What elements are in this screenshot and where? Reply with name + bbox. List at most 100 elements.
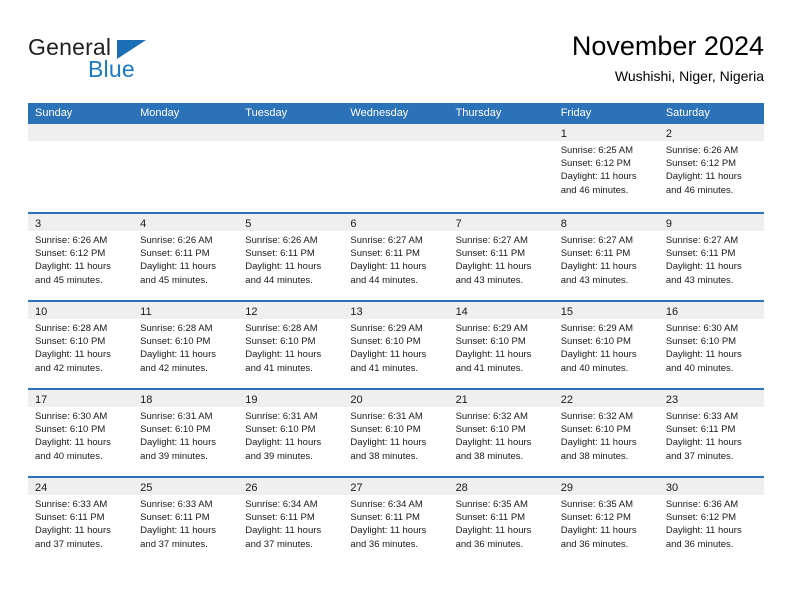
day-detail-line: Daylight: 11 hours: [35, 349, 111, 361]
calendar-day-cell[interactable]: 20 Sunrise: 6:31 AM Sunset: 6:10 PM Dayligh…: [343, 390, 449, 476]
day-details: Sunrise: 6:26 AM Sunset: 6:12 PM Daylight:…: [659, 141, 764, 197]
day-number-band: 28: [448, 478, 554, 495]
calendar-day-cell[interactable]: 19 Sunrise: 6:31 AM Sunset: 6:10 PM Dayligh…: [238, 390, 344, 476]
day-detail-line: Sunrise: 6:26 AM: [140, 235, 213, 246]
day-detail-line: and 41 minutes.: [455, 362, 524, 374]
weekday-header-thursday: Thursday: [455, 107, 502, 119]
day-detail-line: Sunset: 6:12 PM: [665, 158, 737, 170]
day-detail-line: Sunrise: 6:30 AM: [35, 411, 108, 422]
day-detail-line: and 37 minutes.: [665, 450, 734, 462]
day-number-band: 18: [133, 390, 239, 407]
day-number-band: 15: [553, 302, 659, 319]
calendar-day-cell[interactable]: 25 Sunrise: 6:33 AM Sunset: 6:11 PM Dayligh…: [133, 478, 239, 564]
day-detail-line: Sunset: 6:11 PM: [560, 248, 631, 260]
calendar-day-cell[interactable]: 28 Sunrise: 6:35 AM Sunset: 6:11 PM Dayligh…: [448, 478, 554, 564]
calendar-day-cell[interactable]: 8 Sunrise: 6:27 AM Sunset: 6:11 PM Daylight…: [553, 214, 659, 300]
day-detail-line: and 45 minutes.: [140, 274, 208, 286]
day-detail-line: Sunrise: 6:34 AM: [245, 499, 318, 510]
day-details: Sunrise: 6:27 AM Sunset: 6:11 PM Daylight:…: [449, 231, 554, 287]
calendar-day-cell-empty: [28, 124, 134, 212]
calendar-day-cell[interactable]: 29 Sunrise: 6:35 AM Sunset: 6:12 PM Dayligh…: [553, 478, 659, 564]
day-details: Sunrise: 6:31 AM Sunset: 6:10 PM Daylight:…: [133, 407, 238, 463]
day-detail-line: and 46 minutes.: [560, 184, 629, 196]
day-number: 6: [350, 218, 357, 230]
calendar-day-cell[interactable]: 3 Sunrise: 6:26 AM Sunset: 6:12 PM Daylight…: [28, 214, 134, 300]
day-number-band: 17: [28, 390, 134, 407]
calendar-day-cell[interactable]: 21 Sunrise: 6:32 AM Sunset: 6:10 PM Dayligh…: [448, 390, 554, 476]
day-detail-line: Daylight: 11 hours: [245, 261, 322, 273]
calendar-day-cell[interactable]: 9 Sunrise: 6:27 AM Sunset: 6:11 PM Daylight…: [658, 214, 764, 300]
day-detail-line: and 36 minutes.: [560, 538, 629, 550]
day-details: Sunrise: 6:28 AM Sunset: 6:10 PM Daylight:…: [238, 319, 343, 375]
day-details: Sunrise: 6:30 AM Sunset: 6:10 PM Daylight:…: [28, 407, 133, 463]
day-number-band: 21: [448, 390, 554, 407]
day-detail-line: Daylight: 11 hours: [665, 171, 742, 183]
day-details: Sunrise: 6:26 AM Sunset: 6:11 PM Daylight:…: [133, 231, 238, 287]
day-details: [343, 141, 448, 144]
day-details: Sunrise: 6:33 AM Sunset: 6:11 PM Daylight:…: [133, 495, 238, 551]
calendar-week-row: 17 Sunrise: 6:30 AM Sunset: 6:10 PM Dayligh…: [28, 388, 764, 476]
day-detail-line: Daylight: 11 hours: [35, 525, 111, 537]
day-detail-line: and 36 minutes.: [350, 538, 419, 550]
day-number-band: 5: [238, 214, 344, 231]
day-details: Sunrise: 6:28 AM Sunset: 6:10 PM Daylight:…: [133, 319, 238, 375]
calendar-day-cell[interactable]: 7 Sunrise: 6:27 AM Sunset: 6:11 PM Daylight…: [448, 214, 554, 300]
day-detail-line: and 41 minutes.: [350, 362, 419, 374]
day-detail-line: Sunrise: 6:33 AM: [665, 411, 739, 422]
calendar-day-cell[interactable]: 10 Sunrise: 6:28 AM Sunset: 6:10 PM Dayligh…: [28, 302, 134, 388]
calendar-day-cell[interactable]: 14 Sunrise: 6:29 AM Sunset: 6:10 PM Dayligh…: [448, 302, 554, 388]
day-detail-line: Daylight: 11 hours: [35, 437, 111, 449]
calendar-day-cell[interactable]: 5 Sunrise: 6:26 AM Sunset: 6:11 PM Daylight…: [238, 214, 344, 300]
calendar-week-row: 24 Sunrise: 6:33 AM Sunset: 6:11 PM Dayligh…: [28, 476, 764, 564]
day-detail-line: Daylight: 11 hours: [665, 261, 742, 273]
day-details: Sunrise: 6:27 AM Sunset: 6:11 PM Daylight:…: [554, 231, 659, 287]
day-detail-line: Sunrise: 6:25 AM: [560, 145, 634, 156]
day-details: Sunrise: 6:29 AM Sunset: 6:10 PM Daylight:…: [449, 319, 554, 375]
day-detail-line: Sunset: 6:11 PM: [35, 512, 105, 524]
day-detail-line: Sunset: 6:11 PM: [245, 248, 315, 260]
day-number-band: 29: [553, 478, 659, 495]
day-detail-line: and 40 minutes.: [665, 362, 734, 374]
day-detail-line: Sunset: 6:10 PM: [140, 336, 211, 348]
day-number: 2: [665, 128, 672, 140]
calendar-day-cell[interactable]: 22 Sunrise: 6:32 AM Sunset: 6:10 PM Dayligh…: [553, 390, 659, 476]
calendar-day-cell[interactable]: 1 Sunrise: 6:25 AM Sunset: 6:12 PM Daylight…: [553, 124, 659, 212]
calendar-day-cell[interactable]: 4 Sunrise: 6:26 AM Sunset: 6:11 PM Daylight…: [133, 214, 239, 300]
weekday-header-row: Sunday Monday Tuesday Wednesday Thursday Frid…: [28, 103, 764, 124]
calendar-day-cell[interactable]: 27 Sunrise: 6:34 AM Sunset: 6:11 PM Dayligh…: [343, 478, 449, 564]
calendar-day-cell[interactable]: 2 Sunrise: 6:26 AM Sunset: 6:12 PM Daylight…: [658, 124, 764, 212]
day-detail-line: Sunset: 6:10 PM: [140, 424, 211, 436]
calendar-day-cell[interactable]: 18 Sunrise: 6:31 AM Sunset: 6:10 PM Dayligh…: [133, 390, 239, 476]
day-detail-line: Sunrise: 6:26 AM: [245, 235, 318, 246]
calendar-day-cell[interactable]: 12 Sunrise: 6:28 AM Sunset: 6:10 PM Dayligh…: [238, 302, 344, 388]
title-block: November 2024 Wushishi, Niger, Nigeria: [572, 30, 764, 85]
calendar-week-row: 3 Sunrise: 6:26 AM Sunset: 6:12 PM Daylight…: [28, 212, 764, 300]
general-blue-logo[interactable]: General Blue: [28, 34, 208, 90]
day-number-band: 25: [133, 478, 239, 495]
day-detail-line: Sunset: 6:10 PM: [560, 424, 631, 436]
day-details: Sunrise: 6:26 AM Sunset: 6:11 PM Daylight:…: [238, 231, 343, 287]
calendar-day-cell[interactable]: 24 Sunrise: 6:33 AM Sunset: 6:11 PM Dayligh…: [28, 478, 134, 564]
day-number-band: 16: [658, 302, 764, 319]
calendar-day-cell[interactable]: 23 Sunrise: 6:33 AM Sunset: 6:11 PM Dayligh…: [658, 390, 764, 476]
day-number: 9: [665, 218, 672, 230]
calendar-day-cell[interactable]: 30 Sunrise: 6:36 AM Sunset: 6:12 PM Dayligh…: [658, 478, 764, 564]
day-detail-line: and 38 minutes.: [350, 450, 419, 462]
calendar-day-cell[interactable]: 17 Sunrise: 6:30 AM Sunset: 6:10 PM Dayligh…: [28, 390, 134, 476]
calendar-day-cell[interactable]: 16 Sunrise: 6:30 AM Sunset: 6:10 PM Dayligh…: [658, 302, 764, 388]
calendar-day-cell[interactable]: 26 Sunrise: 6:34 AM Sunset: 6:11 PM Dayligh…: [238, 478, 344, 564]
day-number-band: 27: [343, 478, 449, 495]
day-detail-line: and 43 minutes.: [455, 274, 524, 286]
day-number: 7: [455, 218, 462, 230]
calendar-day-cell[interactable]: 6 Sunrise: 6:27 AM Sunset: 6:11 PM Daylight…: [343, 214, 449, 300]
day-detail-line: Sunrise: 6:29 AM: [455, 323, 528, 334]
day-number: 23: [665, 394, 679, 406]
day-number: 18: [140, 394, 153, 406]
day-detail-line: Daylight: 11 hours: [140, 437, 217, 449]
calendar-day-cell[interactable]: 11 Sunrise: 6:28 AM Sunset: 6:10 PM Dayligh…: [133, 302, 239, 388]
day-details: Sunrise: 6:34 AM Sunset: 6:11 PM Daylight:…: [238, 495, 343, 551]
calendar-day-cell[interactable]: 15 Sunrise: 6:29 AM Sunset: 6:10 PM Dayligh…: [553, 302, 659, 388]
day-detail-line: Daylight: 11 hours: [455, 437, 532, 449]
day-details: Sunrise: 6:25 AM Sunset: 6:12 PM Daylight:…: [554, 141, 659, 197]
calendar-day-cell[interactable]: 13 Sunrise: 6:29 AM Sunset: 6:10 PM Dayligh…: [343, 302, 449, 388]
